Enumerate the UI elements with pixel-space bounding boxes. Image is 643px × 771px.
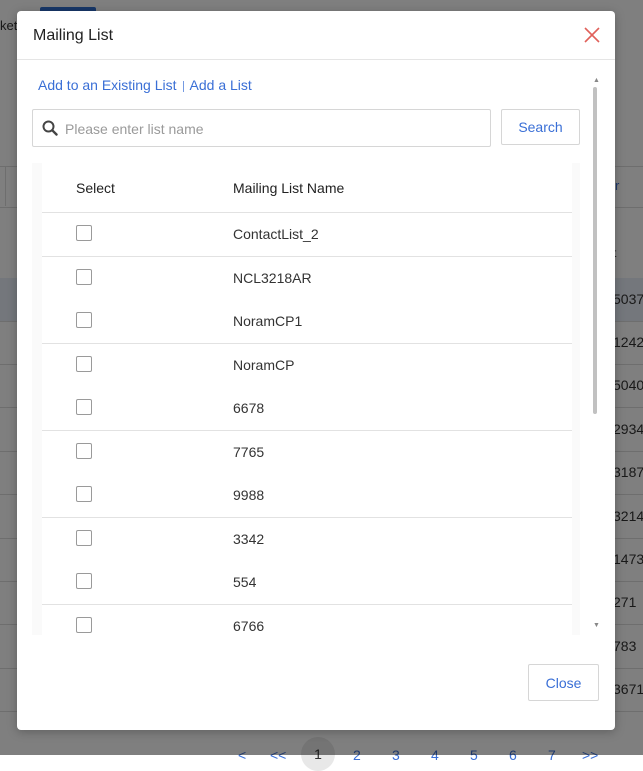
- scroll-down-arrow-icon[interactable]: ▼: [593, 622, 600, 630]
- row-select-checkbox[interactable]: [76, 225, 92, 241]
- table-row: 6678: [42, 387, 572, 431]
- column-header-select: Select: [76, 180, 115, 196]
- row-select-checkbox[interactable]: [76, 312, 92, 328]
- table-row: ContactList_2: [42, 213, 572, 257]
- mailing-list-name: 3342: [233, 530, 265, 547]
- link-separator: [182, 80, 184, 92]
- search-icon: [42, 120, 58, 136]
- close-icon[interactable]: [583, 26, 601, 44]
- mailing-list-name: 9988: [233, 487, 265, 503]
- table-row: 9988: [42, 474, 572, 518]
- dialog-title: Mailing List: [33, 27, 114, 44]
- mailing-list-name: 554: [233, 574, 257, 590]
- dialog-scrollbar[interactable]: ▲ ▼: [591, 77, 601, 633]
- mailing-list-table: Select Mailing List Name ContactList_2 NC…: [32, 163, 580, 635]
- table-row: 7765: [42, 430, 572, 475]
- row-select-checkbox[interactable]: [76, 442, 92, 459]
- row-select-checkbox[interactable]: [76, 486, 92, 502]
- mailing-list-name: 6766: [233, 617, 265, 634]
- table-row: 3342: [42, 517, 572, 562]
- close-button[interactable]: Close: [528, 664, 599, 701]
- row-select-checkbox[interactable]: [76, 573, 92, 589]
- row-select-checkbox[interactable]: [76, 355, 92, 372]
- mailing-list-name: NoramCP1: [233, 313, 303, 329]
- search-button[interactable]: Search: [501, 109, 580, 145]
- row-select-checkbox[interactable]: [76, 529, 92, 546]
- table-row: NCL3218AR: [42, 256, 572, 301]
- mailing-list-name: NCL3218AR: [233, 269, 312, 286]
- table-row: 6766: [42, 604, 572, 635]
- mailing-list-name: NoramCP: [233, 356, 295, 373]
- table-row: NoramCP1: [42, 300, 572, 344]
- row-select-checkbox[interactable]: [76, 399, 92, 415]
- scroll-up-arrow-icon[interactable]: ▲: [593, 77, 600, 85]
- add-to-existing-list-link[interactable]: Add to an Existing List: [38, 77, 177, 93]
- scrollbar-thumb[interactable]: [593, 87, 597, 414]
- table-row: 554: [42, 561, 572, 605]
- mailing-list-name: 7765: [233, 443, 265, 460]
- table-header: Select Mailing List Name: [42, 163, 572, 213]
- add-a-list-link[interactable]: Add a List: [190, 77, 252, 93]
- column-header-name: Mailing List Name: [233, 180, 345, 196]
- mailing-list-name: ContactList_2: [233, 226, 319, 242]
- table-row: NoramCP: [42, 343, 572, 388]
- row-select-checkbox[interactable]: [76, 616, 92, 633]
- mailing-list-name: 6678: [233, 400, 265, 416]
- list-mode-links: Add to an Existing List Add a List: [38, 77, 252, 93]
- mailing-list-dialog: Mailing List Add to an Existing List Add …: [17, 11, 615, 730]
- list-name-search-input[interactable]: [63, 118, 482, 140]
- dialog-header: Mailing List: [17, 11, 615, 60]
- row-select-checkbox[interactable]: [76, 268, 92, 285]
- search-field: [32, 109, 491, 147]
